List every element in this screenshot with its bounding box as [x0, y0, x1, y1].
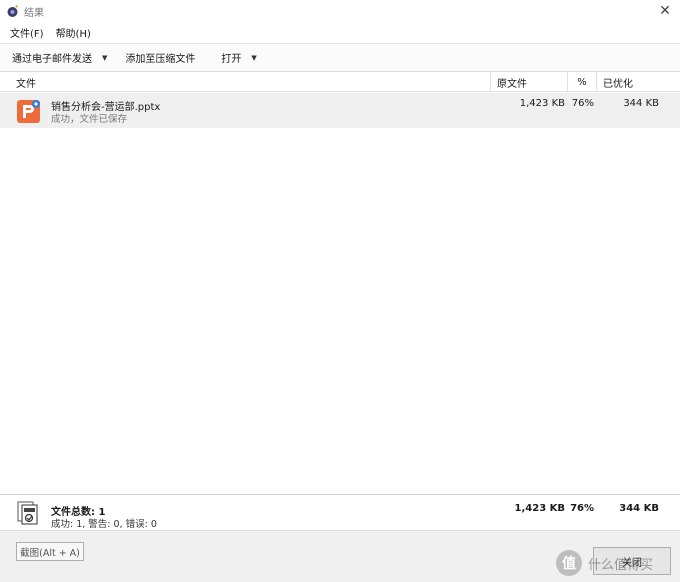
menu-file[interactable]: 文件(F) [6, 25, 48, 40]
file-optimized-size: 344 KB [623, 98, 659, 109]
column-header-original-label: 原文件 [497, 78, 527, 90]
summary-optimized-size: 344 KB [619, 503, 659, 514]
summary-detail: 成功: 1, 警告: 0, 错误: 0 [51, 519, 157, 530]
summary-bar: 文件总数: 1 成功: 1, 警告: 0, 错误: 0 1,423 KB 76%… [0, 494, 680, 530]
column-header-percent[interactable]: % [567, 72, 596, 92]
toolbar: 通过电子邮件发送 ▼ 添加至压缩文件 打开 ▼ [0, 44, 680, 72]
close-icon: ✕ [659, 3, 671, 19]
window-close-button[interactable]: ✕ [650, 0, 680, 22]
add-archive-label: 添加至压缩文件 [125, 54, 196, 65]
menu-bar: 文件(F) 帮助(H) [0, 22, 680, 44]
column-header-optimized-label: 已优化 [603, 78, 633, 90]
summary-percent: 76% [570, 503, 594, 514]
app-logo-icon [7, 5, 18, 17]
powerpoint-icon [17, 100, 40, 123]
table-row[interactable]: 销售分析会-营运部.pptx 成功，文件已保存 1,423 KB 76% 344… [0, 93, 680, 128]
file-percent: 76% [571, 98, 594, 109]
screenshot-button[interactable]: 截图(Alt + A) [16, 542, 84, 561]
watermark-text: 什么值得买 [588, 557, 654, 573]
open-button[interactable]: 打开 ▼ [221, 50, 256, 66]
column-header-file-label: 文件 [16, 78, 36, 90]
file-status: 成功，文件已保存 [51, 114, 128, 125]
watermark-logo-icon: 值 [556, 550, 582, 576]
column-header-optimized[interactable]: 已优化 [596, 72, 680, 92]
list-header: 文件 原文件 % 已优化 [0, 72, 680, 92]
files-summary-icon [17, 501, 38, 525]
column-header-original[interactable]: 原文件 [490, 72, 567, 92]
column-header-file[interactable]: 文件 [10, 72, 490, 92]
send-email-button[interactable]: 通过电子邮件发送 ▼ [12, 50, 107, 66]
column-header-percent-label: % [577, 76, 587, 88]
send-email-label: 通过电子邮件发送 [12, 54, 92, 65]
file-original-size: 1,423 KB [519, 98, 565, 109]
watermark: 值 什么值得买 [556, 548, 680, 578]
summary-original-size: 1,423 KB [514, 503, 565, 514]
open-label: 打开 [221, 54, 242, 65]
dropdown-arrow-icon[interactable]: ▼ [102, 54, 107, 62]
add-archive-button[interactable]: 添加至压缩文件 [125, 50, 195, 65]
title-bar: 结果 ✕ [0, 0, 680, 22]
menu-help[interactable]: 帮助(H) [52, 25, 95, 40]
window-title: 结果 [24, 8, 44, 19]
dropdown-arrow-icon[interactable]: ▼ [251, 54, 256, 62]
